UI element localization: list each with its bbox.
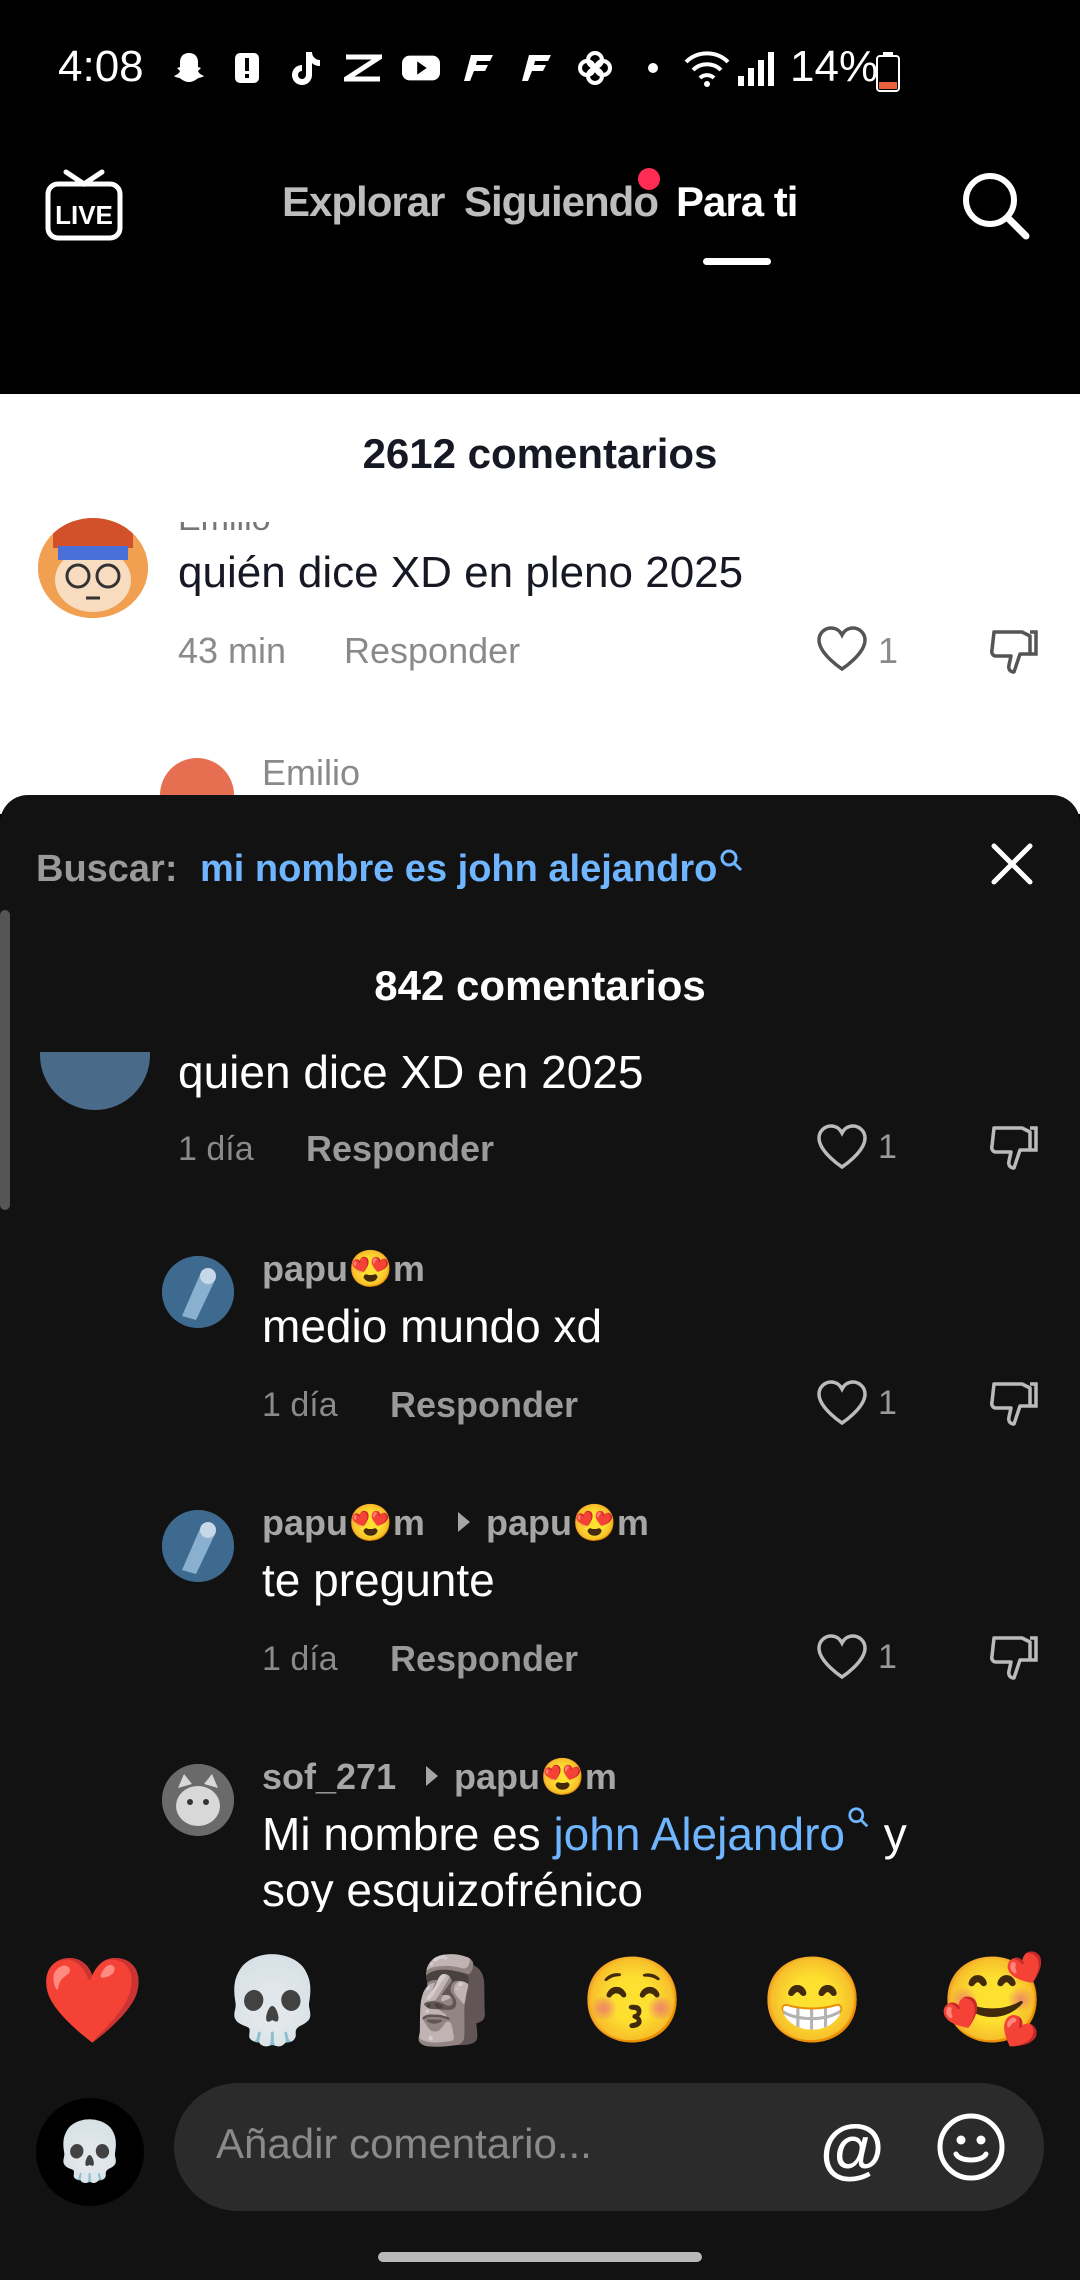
emoji-moai-button[interactable]: 🗿 <box>400 1951 505 2050</box>
like-count: 1 <box>878 1638 897 1676</box>
heart-icon[interactable] <box>816 1124 868 1170</box>
status-time: 4:08 <box>58 42 144 91</box>
avatar[interactable] <box>162 1256 234 1328</box>
youtube-icon <box>402 49 440 87</box>
emoji-skull-button[interactable]: 💀 <box>220 1951 325 2050</box>
battery-text: 14% <box>790 42 879 91</box>
mention-icon[interactable]: @ <box>820 2110 884 2186</box>
pinwheel-icon <box>576 49 614 87</box>
reply-to-author[interactable]: papu😍m <box>486 1502 649 1544</box>
signal-icon <box>736 48 776 93</box>
comment-text: te pregunte <box>262 1554 495 1606</box>
tab-para-ti[interactable]: Para ti <box>676 178 798 226</box>
avatar[interactable] <box>38 518 148 618</box>
comment-text: medio mundo xd <box>262 1300 603 1352</box>
search-highlight-text: john Alejandro <box>553 1808 846 1860</box>
emoji-grin-button[interactable]: 😁 <box>760 1951 865 2050</box>
comment-text-line2: soy esquizofrénico <box>262 1864 643 1916</box>
comment-author[interactable]: sof_271 <box>262 1756 396 1798</box>
reply-to-author[interactable]: papu😍m <box>454 1756 617 1798</box>
search-query-text: mi nombre es john alejandro <box>200 848 718 890</box>
comment-text: quién dice XD en pleno 2025 <box>178 548 744 597</box>
tab-siguiendo[interactable]: Siguiendo <box>464 178 659 226</box>
notification-dot <box>638 168 660 190</box>
reply-author[interactable]: Emilio <box>262 752 360 794</box>
emoji-heart-button[interactable]: ❤️ <box>40 1951 145 2050</box>
comment-text: quien dice XD en 2025 <box>178 1046 644 1098</box>
fanatiz-icon <box>518 49 556 87</box>
snapchat-icon <box>170 49 208 87</box>
comment-author[interactable]: papu😍m <box>262 1248 425 1290</box>
heart-icon[interactable] <box>816 1380 868 1426</box>
emoji-kiss-button[interactable]: 😚 <box>580 1951 685 2050</box>
live-icon[interactable]: LIVE <box>44 168 124 242</box>
dislike-icon[interactable] <box>988 626 1040 683</box>
comment-time: 43 min <box>178 630 287 671</box>
battery-icon <box>876 52 900 97</box>
close-icon[interactable] <box>990 842 1034 886</box>
sheet-title: 842 comentarios <box>374 962 706 1009</box>
svg-text:LIVE: LIVE <box>55 200 113 230</box>
alert-icon <box>228 49 266 87</box>
active-tab-indicator <box>703 258 771 265</box>
dislike-icon[interactable] <box>988 1378 1040 1430</box>
reply-button[interactable]: Responder <box>344 630 520 672</box>
comment-time: 1 día <box>262 1386 338 1424</box>
comment-input-placeholder[interactable]: Añadir comentario... <box>216 2120 592 2168</box>
avatar[interactable] <box>162 1764 234 1836</box>
reply-button[interactable]: Responder <box>306 1128 494 1170</box>
search-label: Buscar: <box>36 848 178 890</box>
dislike-icon[interactable] <box>988 1122 1040 1174</box>
comment-author[interactable]: papu😍m <box>262 1502 425 1544</box>
comment-time: 1 día <box>178 1130 254 1168</box>
like-count: 1 <box>878 1384 897 1422</box>
tab-explorar[interactable]: Explorar <box>282 178 445 226</box>
tiktok-icon <box>286 49 324 87</box>
reply-button[interactable]: Responder <box>390 1638 578 1680</box>
reply-arrow-icon <box>456 1510 472 1539</box>
like-count: 1 <box>878 630 899 671</box>
search-icon <box>848 1807 869 1828</box>
background-comments-title: 2612 comentarios <box>362 430 718 477</box>
wifi-icon <box>682 48 732 93</box>
emoji-love-button[interactable]: 🥰 <box>940 1951 1045 2050</box>
search-highlight-link[interactable]: john Alejandro <box>553 1807 871 1860</box>
search-icon[interactable] <box>960 170 1032 242</box>
emoji-quick-bar: ❤️ 💀 🗿 😚 😁 🥰 <box>0 1940 1080 2060</box>
search-query-link[interactable]: mi nombre es john alejandro <box>200 848 745 891</box>
capcut-icon <box>344 49 382 87</box>
avatar[interactable] <box>162 1510 234 1582</box>
comment-text-end: y <box>871 1808 907 1860</box>
avatar[interactable]: 💀 <box>36 2098 144 2206</box>
heart-icon[interactable] <box>816 626 868 677</box>
comment-text-start: Mi nombre es <box>262 1808 554 1860</box>
dislike-icon[interactable] <box>988 1632 1040 1684</box>
reply-arrow-icon <box>424 1764 440 1793</box>
search-icon <box>720 849 743 872</box>
scrollbar[interactable] <box>0 910 10 1210</box>
comment-text: Mi nombre es john Alejandro y soy esquizo… <box>262 1806 1042 1918</box>
emoji-picker-icon[interactable] <box>936 2112 1006 2182</box>
fanatiz-icon <box>460 49 498 87</box>
comment-time: 1 día <box>262 1640 338 1678</box>
home-indicator[interactable] <box>378 2252 702 2262</box>
reply-button[interactable]: Responder <box>390 1384 578 1426</box>
like-count: 1 <box>878 1128 897 1166</box>
heart-icon[interactable] <box>816 1634 868 1680</box>
status-icons <box>170 46 672 90</box>
dot-icon <box>634 49 672 87</box>
